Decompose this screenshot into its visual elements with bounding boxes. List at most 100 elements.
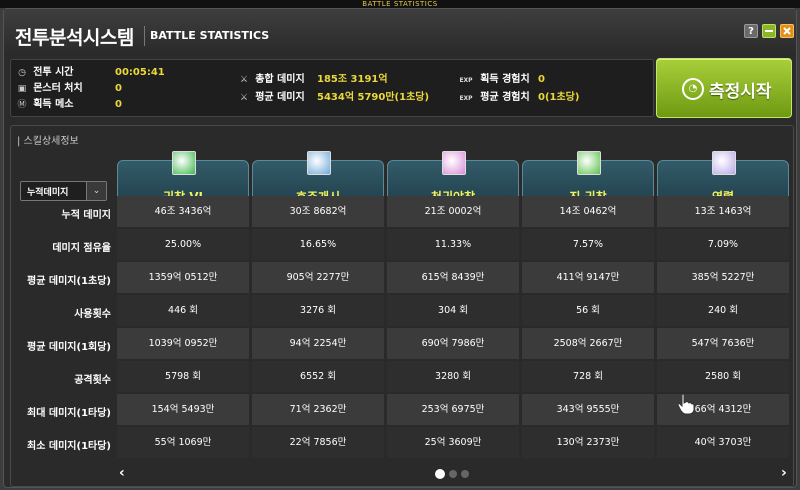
skill-icon <box>307 151 331 175</box>
monster-icon: ▣ <box>17 84 27 94</box>
skill-stat-cell: 13조 1463억 <box>657 196 789 227</box>
minimize-icon <box>765 30 773 32</box>
skill-stat-cell: 22억 7856만 <box>252 427 384 458</box>
skill-icon <box>442 151 466 175</box>
row-label: 데미지 점유율 <box>52 243 111 254</box>
skill-stat-cell: 14조 0462억 <box>522 196 654 227</box>
skill-stat-cell: 30조 8682억 <box>252 196 384 227</box>
battle-statistics-window: 전투분석시스템 BATTLE STATISTICS ? ◷ 전투 시간 00:0… <box>3 8 797 488</box>
skill-stat-cell: 411억 9147만 <box>522 262 654 293</box>
skill-icon <box>577 151 601 175</box>
help-button[interactable]: ? <box>744 24 758 38</box>
stat-avg-damage: ⚔ 평균 데미지 5434억 5790만(1초당) <box>239 91 429 105</box>
stat-value: 00:05:41 <box>115 67 165 78</box>
meso-icon: Ⓜ <box>17 100 27 110</box>
skill-stat-cell: 240 회 <box>657 295 789 326</box>
skill-icon <box>712 151 736 175</box>
close-icon <box>783 27 791 35</box>
skill-stat-cell: 446 회 <box>117 295 249 326</box>
minimize-button[interactable] <box>762 24 776 38</box>
skill-stat-cell: 25억 3609만 <box>387 427 519 458</box>
exp-icon: EXP <box>459 95 473 102</box>
stat-value: 185조 3191억 <box>317 74 388 85</box>
skill-stat-cell: 2580 회 <box>657 361 789 392</box>
stat-label: 평균 경험치 <box>480 92 530 103</box>
skill-stat-cell: 154억 5493만 <box>117 394 249 425</box>
skill-column: 천귀야참21조 0002억11.33%615억 8439만304 회690억 7… <box>387 150 519 460</box>
clock-icon: ◷ <box>18 68 26 78</box>
stat-value: 5434억 5790만(1초당) <box>317 92 430 103</box>
hand-cursor-icon <box>677 393 695 415</box>
skill-stat-cell: 728 회 <box>522 361 654 392</box>
row-label: 누적 데미지 <box>61 210 111 221</box>
stat-monsters: ▣ 몬스터 처치 0 <box>17 82 122 96</box>
skill-stat-cell: 547억 7636만 <box>657 328 789 359</box>
stat-value: 0 <box>115 83 122 94</box>
stat-value: 0 <box>538 74 545 85</box>
row-label: 공격횟수 <box>74 375 111 386</box>
skill-stat-cell: 11.33% <box>387 229 519 260</box>
sort-dropdown[interactable]: 누적데미지 ⌄ <box>20 181 107 201</box>
page-dot-active[interactable] <box>435 469 445 479</box>
page-dot[interactable] <box>461 470 469 478</box>
title-bar[interactable]: 전투분석시스템 BATTLE STATISTICS ? <box>4 9 796 55</box>
skill-stat-cell: 3276 회 <box>252 295 384 326</box>
skill-stat-cell: 25.00% <box>117 229 249 260</box>
skill-stat-cell: 71억 2362만 <box>252 394 384 425</box>
prev-page-button[interactable]: ‹ <box>119 465 125 481</box>
stat-label: 획득 메소 <box>33 99 74 110</box>
chevron-down-icon[interactable]: ⌄ <box>86 182 106 200</box>
row-label: 평균 데미지(1회당) <box>27 342 111 353</box>
stat-value: 0 <box>115 99 122 110</box>
sword-icon: ⚔ <box>239 93 249 103</box>
skill-stat-cell: 1359억 0512만 <box>117 262 249 293</box>
skill-stat-cell: 615억 8439만 <box>387 262 519 293</box>
stat-exp-gain: EXP 획득 경험치 0 <box>458 73 545 87</box>
sword-icon: ⚔ <box>239 75 249 85</box>
window-subtitle: BATTLE STATISTICS <box>150 29 270 42</box>
skill-stat-cell: 690억 7986만 <box>387 328 519 359</box>
sort-selected-value: 누적데미지 <box>27 188 69 198</box>
skill-stat-cell: 1039억 0952만 <box>117 328 249 359</box>
top-strip: BATTLE STATISTICS <box>0 0 800 8</box>
window-title: 전투분석시스템 <box>15 27 134 49</box>
stat-avg-exp: EXP 평균 경험치 0(1초당) <box>458 91 579 105</box>
skill-column: 귀참 VI46조 3436억25.00%1359억 0512만446 회1039… <box>117 150 249 460</box>
exp-icon: EXP <box>459 77 473 84</box>
stat-label: 평균 데미지 <box>255 92 305 103</box>
stats-summary: ◷ 전투 시간 00:05:41 ▣ 몬스터 처치 0 Ⓜ 획득 메소 0 ⚔ … <box>10 59 654 117</box>
page-indicator <box>435 469 475 480</box>
title-divider <box>144 26 145 46</box>
row-label: 최대 데미지(1타당) <box>27 408 111 419</box>
skill-column: 호주개시30조 8682억16.65%905억 2277만3276 회94억 2… <box>252 150 384 460</box>
measure-start-button[interactable]: ◔ 측정시작 <box>656 58 792 118</box>
stat-label: 몬스터 처치 <box>33 83 83 94</box>
skill-stat-cell: 2508억 2667만 <box>522 328 654 359</box>
skill-detail-title: | 스킬상세정보 <box>17 136 79 147</box>
stat-label: 총합 데미지 <box>255 74 305 85</box>
skill-stat-cell: 304 회 <box>387 295 519 326</box>
stat-battle-time: ◷ 전투 시간 00:05:41 <box>17 66 165 80</box>
measure-start-label: 측정시작 <box>709 82 772 102</box>
skill-stat-cell: 5798 회 <box>117 361 249 392</box>
skill-stat-cell: 385억 5227만 <box>657 262 789 293</box>
skill-stat-cell: 40억 3703만 <box>657 427 789 458</box>
stat-value: 0(1초당) <box>538 92 580 103</box>
row-label: 평균 데미지(1초당) <box>27 276 111 287</box>
skill-stat-cell: 21조 0002억 <box>387 196 519 227</box>
skill-stat-cell: 130억 2373만 <box>522 427 654 458</box>
skill-stat-cell: 16.65% <box>252 229 384 260</box>
skill-stat-cell: 7.57% <box>522 229 654 260</box>
next-page-button[interactable]: › <box>781 465 787 481</box>
close-button[interactable] <box>780 24 794 38</box>
skill-stat-cell: 343억 9555만 <box>522 394 654 425</box>
skill-stat-cell: 7.09% <box>657 229 789 260</box>
page-dot[interactable] <box>449 470 457 478</box>
row-label: 사용횟수 <box>74 309 111 320</box>
skill-stat-cell: 94억 2254만 <box>252 328 384 359</box>
stat-label: 획득 경험치 <box>480 74 530 85</box>
skill-stat-cell: 46조 3436억 <box>117 196 249 227</box>
skill-icon <box>172 151 196 175</box>
skill-stat-cell: 55억 1069만 <box>117 427 249 458</box>
skill-column: 진 귀참14조 0462억7.57%411억 9147만56 회2508억 26… <box>522 150 654 460</box>
